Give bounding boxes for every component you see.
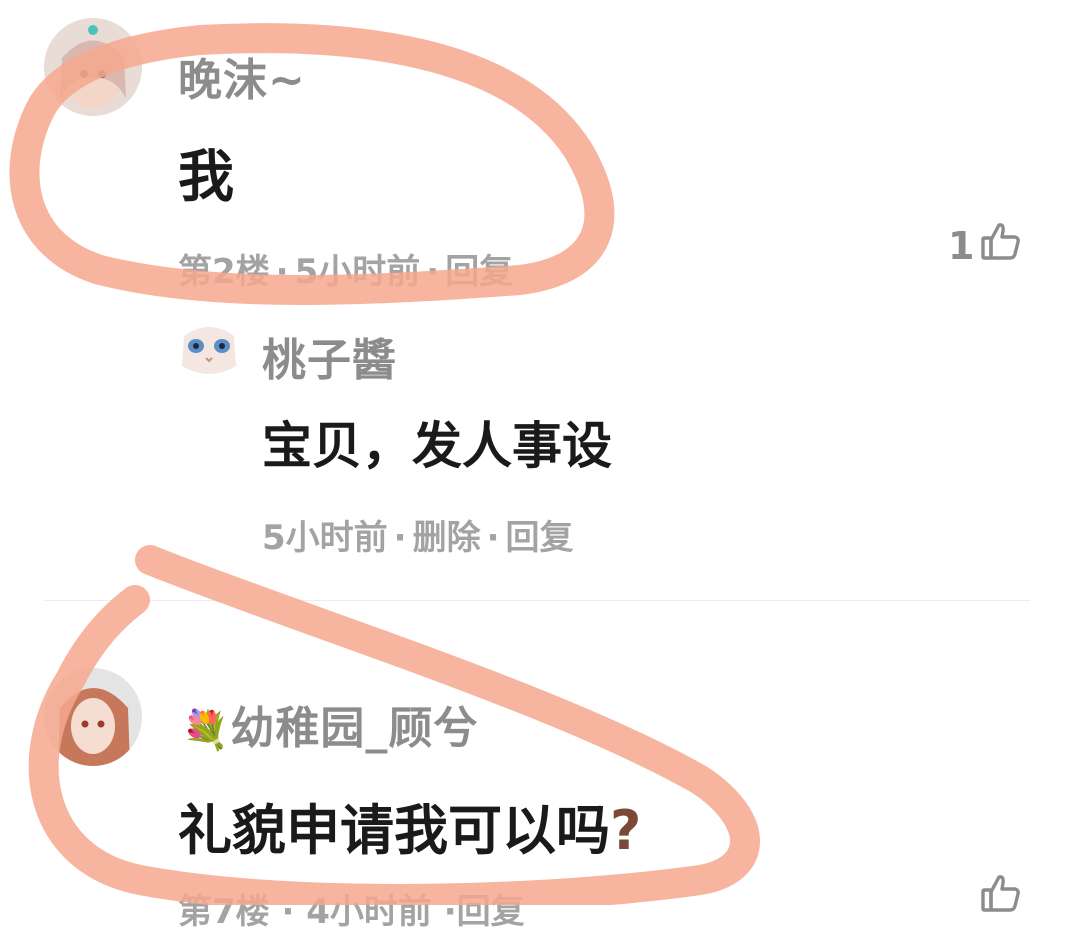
like-button[interactable]: 1 [948, 220, 1022, 271]
question-mark: ? [610, 799, 642, 862]
floor-label: 第2楼 [178, 252, 270, 292]
avatar[interactable] [44, 18, 142, 116]
flower-bouquet-icon: 💐 [182, 708, 231, 752]
reply-meta: 5小时前 · 删除 · 回复 [262, 518, 574, 558]
thumbs-up-icon [980, 875, 1022, 918]
avatar[interactable] [176, 316, 242, 382]
username[interactable]: 💐幼稚园_顾兮 [182, 692, 478, 756]
time-label: 5小时前 [262, 518, 388, 558]
delete-button[interactable]: 删除 [413, 518, 481, 558]
comment-text: 礼貌申请我可以吗? [178, 799, 642, 862]
comment-meta: 第2楼 · 5小时前 · 回复 [178, 252, 514, 292]
divider [44, 600, 1030, 601]
reply-button[interactable]: 回复 [445, 252, 513, 292]
comment-text: 我 [178, 145, 234, 210]
avatar[interactable] [44, 668, 142, 766]
username[interactable]: 桃子醬 [262, 324, 397, 388]
comment-meta-partial: 第7楼 · 4小时前 ·回复 [178, 892, 525, 932]
comment-text: 宝贝，发人事设 [262, 417, 612, 475]
username[interactable]: 晚沫~ [178, 44, 306, 108]
like-count: 1 [948, 223, 975, 268]
time-label: 5小时前 [294, 252, 421, 292]
thumbs-up-icon [980, 220, 1022, 271]
reply-button[interactable]: 回复 [506, 518, 574, 558]
like-button[interactable] [980, 872, 1022, 918]
